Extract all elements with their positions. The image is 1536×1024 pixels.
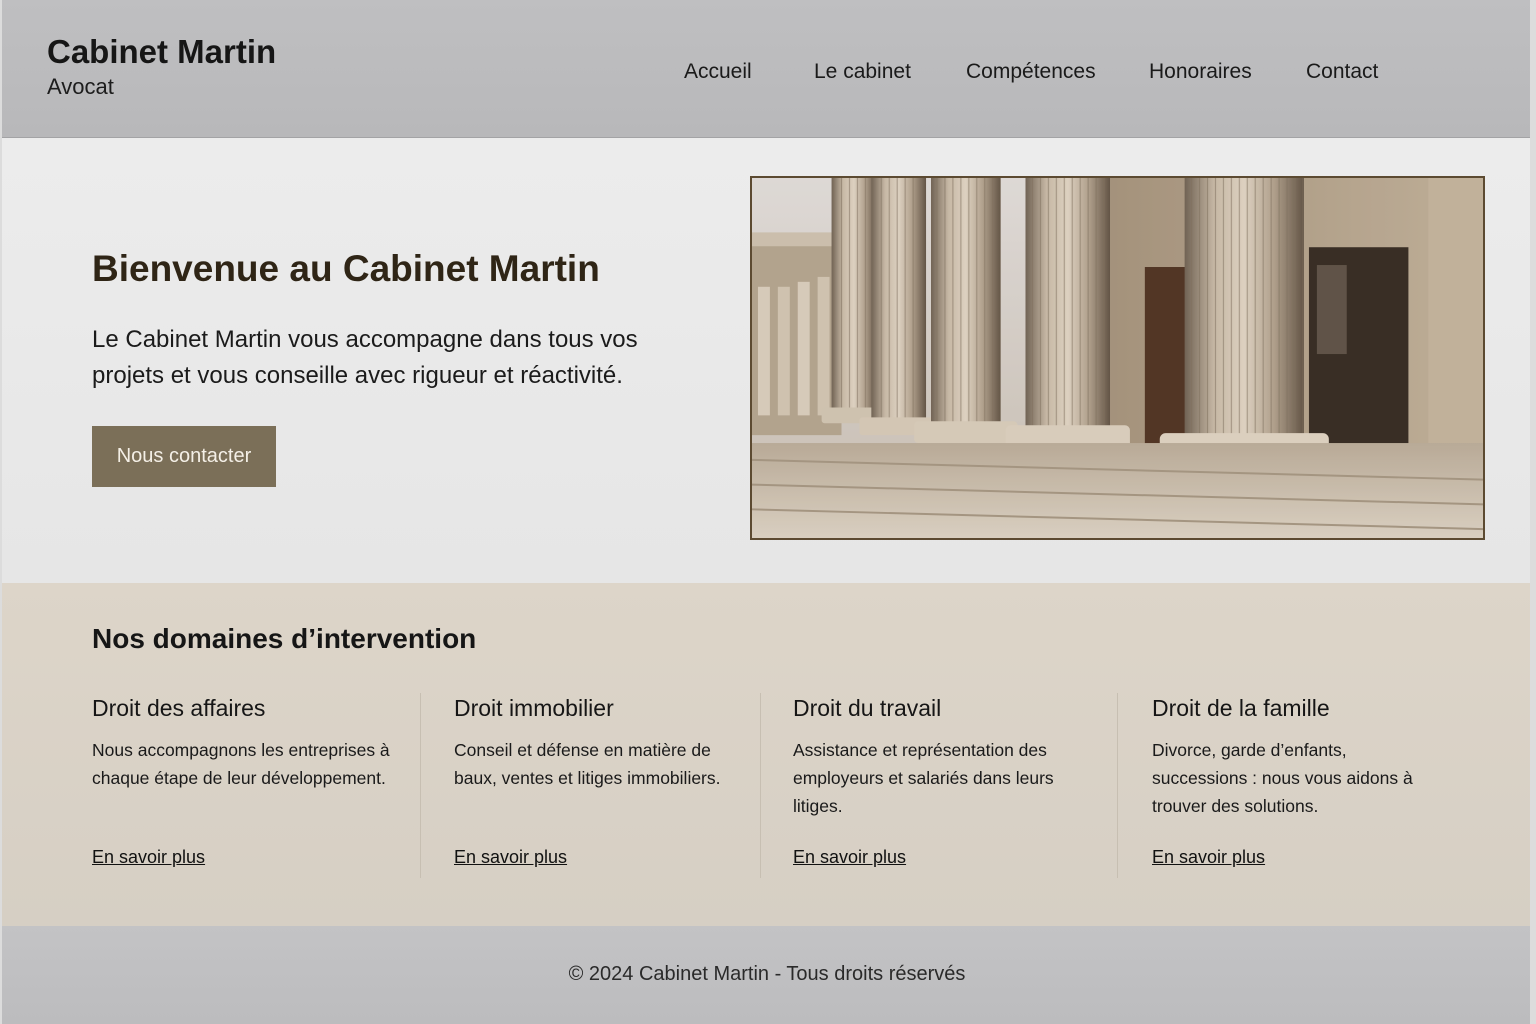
hero-title: Bienvenue au Cabinet Martin — [92, 248, 600, 289]
courthouse-columns-image — [750, 176, 1485, 540]
hero-text: Le Cabinet Martin vous accompagne dans t… — [92, 326, 638, 389]
domain-card-immobilier: Droit immobilier Conseil et défense en m… — [454, 695, 724, 875]
card-divider — [760, 693, 761, 878]
site-header: Cabinet Martin Avocat Accueil Le cabinet… — [2, 0, 1530, 138]
domain-card-affaires: Droit des affaires Nous accompagnons les… — [92, 695, 412, 875]
card-learn-more-link[interactable]: En savoir plus — [793, 847, 906, 868]
footer-copyright: © 2024 Cabinet Martin - Tous droits rése… — [568, 963, 966, 985]
nav-item-accueil[interactable]: Accueil — [684, 60, 752, 84]
card-text: Divorce, garde d’enfants, successions : … — [1152, 740, 1413, 816]
nav-item-competences[interactable]: Compétences — [966, 60, 1096, 84]
nav-item-contact[interactable]: Contact — [1306, 60, 1378, 84]
card-title: Droit immobilier — [454, 695, 614, 721]
card-text: Conseil et défense en matière de baux, v… — [454, 740, 721, 788]
hero-section: Bienvenue au Cabinet Martin Le Cabinet M… — [2, 138, 1530, 583]
card-title: Droit des affaires — [92, 695, 266, 721]
site-footer: © 2024 Cabinet Martin - Tous droits rése… — [2, 926, 1530, 1024]
domain-card-travail: Droit du travail Assistance et représent… — [793, 695, 1093, 875]
card-title: Droit de la famille — [1152, 695, 1330, 721]
nav-item-le-cabinet[interactable]: Le cabinet — [814, 60, 911, 84]
card-learn-more-link[interactable]: En savoir plus — [92, 847, 205, 868]
card-title: Droit du travail — [793, 695, 942, 721]
nav-item-honoraires[interactable]: Honoraires — [1149, 60, 1252, 84]
card-learn-more-link[interactable]: En savoir plus — [1152, 847, 1265, 868]
domains-section: Nos domaines d’intervention Droit des af… — [2, 583, 1530, 926]
card-text: Nous accompagnons les entreprises à chaq… — [92, 740, 390, 788]
card-text: Assistance et représentation des employe… — [793, 740, 1054, 816]
contact-button[interactable]: Nous contacter — [92, 426, 276, 487]
main-nav: Accueil Le cabinet Compétences Honoraire… — [2, 60, 1530, 90]
domains-title: Nos domaines d’intervention — [92, 623, 477, 654]
card-divider — [1117, 693, 1118, 878]
card-learn-more-link[interactable]: En savoir plus — [454, 847, 567, 868]
domain-card-famille: Droit de la famille Divorce, garde d’enf… — [1152, 695, 1442, 875]
courthouse-columns-illustration — [752, 178, 1483, 538]
card-divider — [420, 693, 421, 878]
